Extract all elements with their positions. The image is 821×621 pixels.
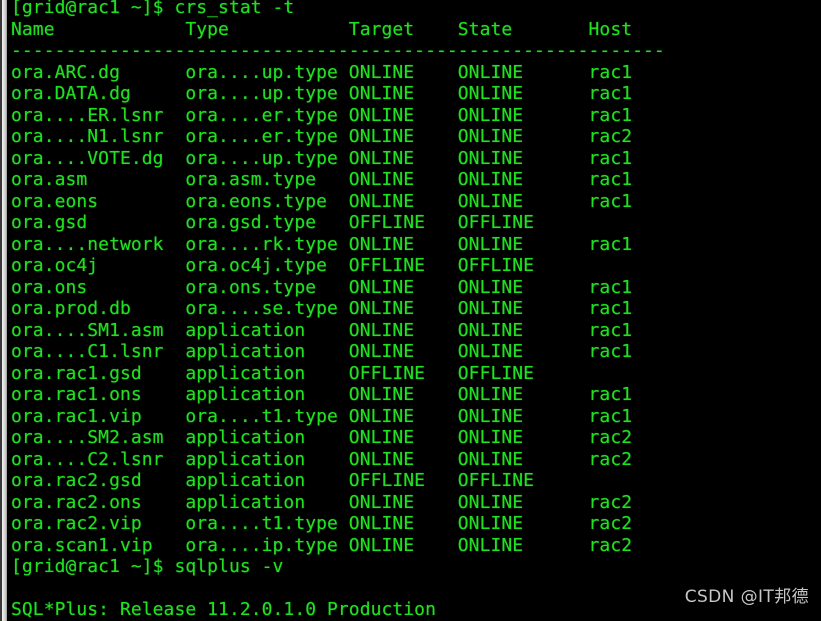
table-row: ora.scan1.vip ora....ip.type ONLINE ONLI… [11, 534, 633, 556]
sqlplus-banner-line: SQL*Plus: Release 11.2.0.1.0 Production [11, 599, 436, 620]
terminal-screen[interactable]: [grid@rac1 ~]$ crs_stat -t Name Type Targ… [7, 0, 821, 621]
table-row: ora.prod.db ora....se.type ONLINE ONLINE… [11, 298, 633, 319]
table-row: ora.ons ora.ons.type ONLINE ONLINE rac1 [11, 276, 633, 298]
table-row: ora.rac2.gsd application OFFLINE OFFLINE [11, 470, 589, 491]
table-row: ora.asm ora.asm.type ONLINE ONLINE rac1 [11, 169, 633, 190]
terminal-window[interactable]: [grid@rac1 ~]$ crs_stat -t Name Type Targ… [0, 0, 821, 621]
table-row: ora....SM1.asm application ONLINE ONLINE… [11, 319, 633, 341]
table-row: ora....VOTE.dg ora....up.type ONLINE ONL… [11, 147, 633, 169]
prompt-line-crs-stat: [grid@rac1 ~]$ crs_stat -t [11, 0, 295, 18]
csdn-watermark: CSDN @IT邦德 [684, 587, 809, 607]
table-row: ora.rac2.vip ora....t1.type ONLINE ONLIN… [11, 513, 633, 534]
table-row: ora.rac1.ons application ONLINE ONLINE r… [11, 384, 633, 405]
table-row: ora....N1.lsnr ora....er.type ONLINE ONL… [11, 126, 633, 147]
table-row: ora.rac2.ons application ONLINE ONLINE r… [11, 491, 633, 513]
table-row: ora.ARC.dg ora....up.type ONLINE ONLINE … [11, 61, 633, 83]
table-row: ora....SM2.asm application ONLINE ONLINE… [11, 427, 633, 448]
table-row: ora....C2.lsnr application ONLINE ONLINE… [11, 448, 633, 470]
prompt-line-sqlplus: [grid@rac1 ~]$ sqlplus -v [11, 556, 284, 577]
table-row: ora.rac1.gsd application OFFLINE OFFLINE [11, 362, 589, 384]
table-row: ora.gsd ora.gsd.type OFFLINE OFFLINE [11, 212, 589, 233]
table-header-row: Name Type Target State Host [11, 18, 633, 40]
table-row: ora.eons ora.eons.type ONLINE ONLINE rac… [11, 190, 633, 212]
table-row: ora....C1.lsnr application ONLINE ONLINE… [11, 341, 633, 362]
table-row: ora....ER.lsnr ora....er.type ONLINE ONL… [11, 104, 633, 126]
table-row: ora.rac1.vip ora....t1.type ONLINE ONLIN… [11, 405, 633, 427]
table-row: ora.DATA.dg ora....up.type ONLINE ONLINE… [11, 83, 633, 104]
table-row: ora....network ora....rk.type ONLINE ONL… [11, 233, 633, 255]
table-row: ora.oc4j ora.oc4j.type OFFLINE OFFLINE [11, 255, 589, 276]
table-separator: ----------------------------------------… [11, 40, 665, 61]
